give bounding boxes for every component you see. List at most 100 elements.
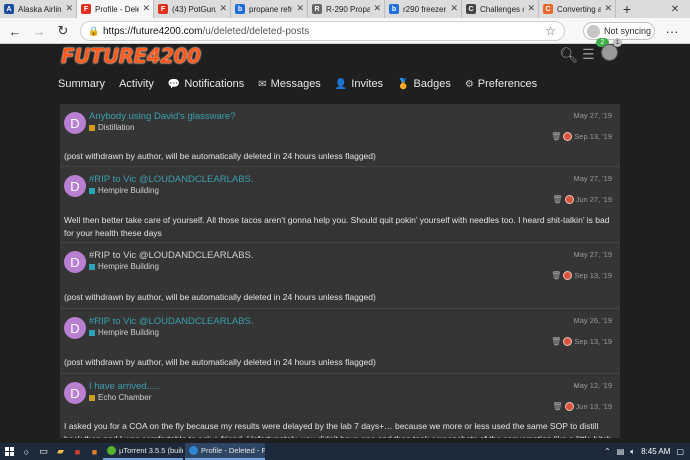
deleted-date: Sep 13, '19 [574,337,612,346]
browser-tab[interactable]: b r290 freezer ✕ [385,0,462,18]
deleted-date: Sep 13, '19 [574,132,612,141]
nav-messages[interactable]: ✉ Messages [258,78,321,90]
avatar[interactable]: D [64,317,86,339]
category-badge[interactable]: Hempire Building [89,186,159,195]
post-title-link[interactable]: Anybody using David's glassware? [89,111,236,122]
site-logo[interactable]: FUTURE4200 [61,44,201,68]
nav-invites[interactable]: 👤 Invites [335,78,383,90]
post-excerpt: (post withdrawn by author, will be autom… [64,151,376,161]
clock[interactable]: 8:45 AM [641,447,670,456]
tab-favicon-icon: b [235,4,245,14]
browser-tab[interactable]: R R-290 Propane ✕ [308,0,385,18]
browser-menu-button[interactable]: ··· [662,22,682,40]
close-tab-icon[interactable]: ✕ [450,3,458,14]
chevron-up-icon[interactable]: ⌃ [604,447,611,456]
search-icon[interactable]: ○ [18,443,35,460]
profile-avatar-icon [587,25,600,38]
nav-notifications[interactable]: 💬 Notifications [168,78,244,90]
deleter-avatar[interactable] [564,195,574,204]
user-profile-nav: Summary Activity 💬 Notifications ✉ Message… [58,74,551,94]
app-pinned-icon[interactable]: ■ [86,443,103,460]
address-bar[interactable]: 🔒 https://future4200.com/u/deleted/delet… [80,21,565,41]
tab-favicon-icon: b [389,4,399,14]
comment-icon: 💬 [167,78,181,90]
back-arrow-icon[interactable]: ← [6,22,24,40]
hamburger-menu-icon[interactable]: ☰ [582,46,595,63]
post-date[interactable]: May 26, '19 [573,316,612,325]
sync-label: Not syncing [604,26,652,36]
nav-label: Summary [58,78,106,90]
post-excerpt: (post withdrawn by author, will be autom… [64,292,376,302]
browser-tab[interactable]: C Converting a ✕ [539,0,616,18]
close-tab-icon[interactable]: ✕ [296,3,304,14]
task-view-icon[interactable]: ▭ [35,443,52,460]
post-date[interactable]: May 27, '19 [573,174,612,183]
category-label: Distillation [98,123,135,132]
close-tab-icon[interactable]: ✕ [142,3,150,14]
avatar[interactable]: D [64,175,86,197]
search-icon[interactable]: 🔍︎ [559,46,578,64]
browser-tab[interactable]: b propane refrig ✕ [231,0,308,18]
start-windows-icon[interactable] [0,443,18,460]
favorite-star-icon[interactable]: ☆ [545,24,556,38]
close-tab-icon[interactable]: ✕ [373,3,381,14]
taskbar-app-browser[interactable]: Profile - Deleted - Fut... [185,443,265,460]
category-badge[interactable]: Hempire Building [89,262,159,271]
nav-activity[interactable]: Activity [119,78,154,90]
deleted-by-info: 🗑 Sep 13, '19 [551,132,612,141]
browser-tab[interactable]: A Alaska Airlines ✕ [0,0,77,18]
gear-icon: ⚙ [464,78,474,90]
tab-favicon-icon: F [158,4,168,14]
post-title-link[interactable]: #RIP to Vic @LOUDANDCLEARLABS. [89,250,254,261]
deleter-avatar[interactable] [563,271,573,280]
volume-icon[interactable]: 🔈︎ [630,447,635,457]
post-title-link[interactable]: #RIP to Vic @LOUDANDCLEARLABS. [89,316,254,327]
system-tray: ⌃ ▤ 🔈︎ 8:45 AM ▢ [598,443,684,460]
close-tab-icon[interactable]: ✕ [527,3,535,14]
nav-badges[interactable]: 🏅 Badges [397,78,451,90]
post-date[interactable]: May 27, '19 [573,250,612,259]
window-controls-icon[interactable]: ✕ [660,0,690,18]
avatar[interactable]: D [64,382,86,404]
post-title-link[interactable]: I have arrived..... [89,381,160,392]
nav-summary[interactable]: Summary [58,78,105,90]
nav-label: Notifications [184,78,245,90]
trash-icon: 🗑 [551,132,562,141]
browser-tab[interactable]: C Challenges o ✕ [462,0,539,18]
trash-icon: 🗑 [552,195,563,204]
close-tab-icon[interactable]: ✕ [604,3,612,14]
category-badge[interactable]: Distillation [89,123,134,132]
deleted-by-info: 🗑 Jun 13, '19 [552,402,612,411]
post-title-link[interactable]: #RIP to Vic @LOUDANDCLEARLABS. [89,174,254,185]
tab-favicon-icon: C [543,4,553,14]
file-explorer-icon[interactable]: ▰ [52,443,69,460]
post-date[interactable]: May 12, '19 [573,381,612,390]
browser-tab-active[interactable]: F Profile - Deleted ✕ [77,0,154,18]
notification-center-icon[interactable]: ▢ [676,447,684,456]
close-tab-icon[interactable]: ✕ [65,3,73,14]
post-date[interactable]: May 27, '19 [573,111,612,120]
deleter-avatar[interactable] [563,132,573,141]
badge-icon: 🏅 [397,78,410,90]
network-icon[interactable]: ▤ [617,447,625,456]
taskbar-app-utorrent[interactable]: µTorrent 3.5.5 (build ... [103,443,183,460]
forward-arrow-icon[interactable]: → [30,22,48,40]
app-pinned-icon[interactable]: ■ [69,443,86,460]
browser-toolbar: ← → ↻ 🔒 https://future4200.com/u/deleted… [0,18,690,44]
category-color-swatch [89,187,95,194]
avatar[interactable]: D [64,251,86,273]
post-excerpt: Well then better take care of yourself. … [64,215,610,238]
tab-title: Profile - Deleted [95,4,139,14]
avatar[interactable]: D [64,112,86,134]
tab-title: Alaska Airlines [18,4,62,14]
deleter-avatar[interactable] [563,337,573,346]
category-badge[interactable]: Hempire Building [89,328,159,337]
envelope-icon: ✉ [258,78,267,90]
reload-icon[interactable]: ↻ [54,22,72,40]
browser-tab[interactable]: F (43) PotGuru ✕ [154,0,231,18]
close-tab-icon[interactable]: ✕ [219,3,227,14]
new-tab-button[interactable]: + [616,0,638,18]
deleter-avatar[interactable] [564,402,574,411]
category-badge[interactable]: Echo Chamber [89,393,151,402]
nav-preferences[interactable]: ⚙ Preferences [465,78,537,90]
